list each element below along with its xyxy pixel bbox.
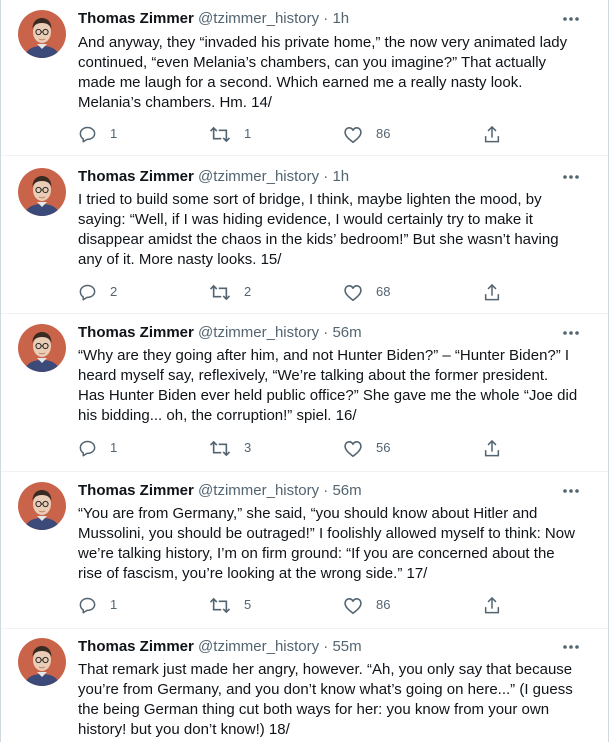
avatar[interactable] <box>18 482 66 530</box>
timeline-border-right <box>608 0 609 742</box>
tweet-time[interactable]: · 1h <box>323 168 349 185</box>
share-icon <box>483 125 501 144</box>
tweet-header: Thomas Zimmer @tzimmer_history · 1h <box>78 10 349 28</box>
author-name[interactable]: Thomas Zimmer <box>78 10 194 27</box>
author-handle[interactable]: @tzimmer_history <box>198 168 319 185</box>
tweet-text: “You are from Germany,” she said, “you s… <box>78 505 575 582</box>
like-count: 56 <box>376 440 391 455</box>
heart-icon <box>343 125 363 144</box>
tweet-time[interactable]: · 1h <box>323 10 349 27</box>
share-button[interactable] <box>483 438 501 458</box>
tweet-header: Thomas Zimmer @tzimmer_history · 56m <box>78 482 362 500</box>
tweet-time[interactable]: · 55m <box>323 638 361 655</box>
tweet-text: And anyway, they “invaded his private ho… <box>78 34 568 111</box>
reply-count: 2 <box>110 284 118 299</box>
tweet-header: Thomas Zimmer @tzimmer_history · 55m <box>78 638 362 656</box>
like-button[interactable]: 86 <box>343 595 390 615</box>
more-options-icon[interactable] <box>561 638 581 656</box>
tweet-14[interactable]: Thomas Zimmer @tzimmer_history · 1h And … <box>1 0 608 156</box>
like-button[interactable]: 68 <box>343 282 390 302</box>
tweet-17[interactable]: Thomas Zimmer @tzimmer_history · 56m “Yo… <box>1 473 608 629</box>
tweet-18[interactable]: Thomas Zimmer @tzimmer_history · 55m Tha… <box>1 630 608 742</box>
reply-icon <box>78 125 97 144</box>
retweet-count: 1 <box>244 126 252 141</box>
avatar[interactable] <box>18 10 66 58</box>
author-handle[interactable]: @tzimmer_history <box>198 324 319 341</box>
retweet-button[interactable]: 2 <box>209 282 251 302</box>
reply-count: 1 <box>110 440 118 455</box>
tweet-text: “Why are they going after him, and not H… <box>78 347 578 424</box>
reply-count: 1 <box>110 597 118 612</box>
author-name[interactable]: Thomas Zimmer <box>78 324 194 341</box>
reply-icon <box>78 596 97 615</box>
tweet-actions: 2 2 68 <box>78 282 508 302</box>
like-button[interactable]: 86 <box>343 124 390 144</box>
share-icon <box>483 439 501 458</box>
author-handle[interactable]: @tzimmer_history <box>198 10 319 27</box>
avatar[interactable] <box>18 324 66 372</box>
like-count: 86 <box>376 597 391 612</box>
tweet-text: That remark just made her angry, however… <box>78 661 573 738</box>
retweet-icon <box>209 596 231 615</box>
retweet-icon <box>209 439 231 458</box>
share-button[interactable] <box>483 124 501 144</box>
more-options-icon[interactable] <box>561 168 581 186</box>
author-name[interactable]: Thomas Zimmer <box>78 482 194 499</box>
reply-count: 1 <box>110 126 118 141</box>
tweet-time[interactable]: · 56m <box>323 324 361 341</box>
tweet-header: Thomas Zimmer @tzimmer_history · 1h <box>78 168 349 186</box>
retweet-icon <box>209 125 231 144</box>
share-icon <box>483 283 501 302</box>
reply-button[interactable]: 1 <box>78 124 117 144</box>
like-count: 68 <box>376 284 391 299</box>
reply-icon <box>78 439 97 458</box>
more-options-icon[interactable] <box>561 482 581 500</box>
author-handle[interactable]: @tzimmer_history <box>198 482 319 499</box>
more-options-icon[interactable] <box>561 10 581 28</box>
reply-button[interactable]: 1 <box>78 438 117 458</box>
author-handle[interactable]: @tzimmer_history <box>198 638 319 655</box>
avatar[interactable] <box>18 638 66 686</box>
like-button[interactable]: 56 <box>343 438 390 458</box>
share-button[interactable] <box>483 282 501 302</box>
avatar[interactable] <box>18 168 66 216</box>
share-icon <box>483 596 501 615</box>
heart-icon <box>343 596 363 615</box>
more-options-icon[interactable] <box>561 324 581 342</box>
tweet-actions: 1 5 86 <box>78 595 508 615</box>
tweet-16[interactable]: Thomas Zimmer @tzimmer_history · 56m “Wh… <box>1 315 608 472</box>
like-count: 86 <box>376 126 391 141</box>
tweet-actions: 1 1 86 <box>78 124 508 144</box>
retweet-count: 3 <box>244 440 252 455</box>
retweet-button[interactable]: 1 <box>209 124 251 144</box>
retweet-button[interactable]: 3 <box>209 438 251 458</box>
retweet-count: 5 <box>244 597 252 612</box>
tweet-actions: 1 3 56 <box>78 438 508 458</box>
tweet-time[interactable]: · 56m <box>323 482 361 499</box>
reply-button[interactable]: 2 <box>78 282 117 302</box>
heart-icon <box>343 439 363 458</box>
retweet-icon <box>209 283 231 302</box>
reply-button[interactable]: 1 <box>78 595 117 615</box>
share-button[interactable] <box>483 595 501 615</box>
tweet-header: Thomas Zimmer @tzimmer_history · 56m <box>78 324 362 342</box>
tweet-text: I tried to build some sort of bridge, I … <box>78 191 559 268</box>
heart-icon <box>343 283 363 302</box>
reply-icon <box>78 283 97 302</box>
retweet-count: 2 <box>244 284 252 299</box>
author-name[interactable]: Thomas Zimmer <box>78 638 194 655</box>
author-name[interactable]: Thomas Zimmer <box>78 168 194 185</box>
retweet-button[interactable]: 5 <box>209 595 251 615</box>
tweet-15[interactable]: Thomas Zimmer @tzimmer_history · 1h I tr… <box>1 157 608 314</box>
